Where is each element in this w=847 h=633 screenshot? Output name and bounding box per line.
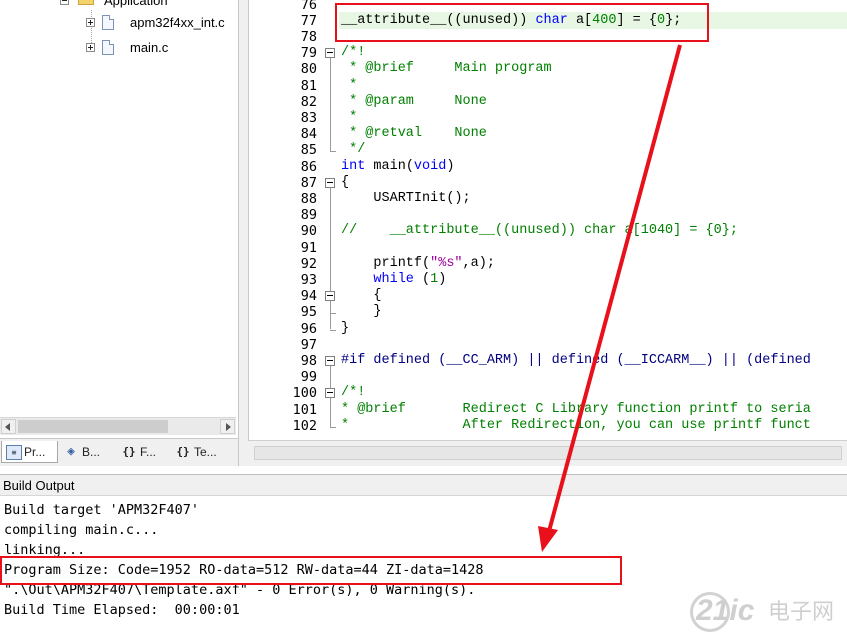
- site-watermark: 21ic 电子网: [690, 592, 847, 633]
- watermark-text: 21ic: [696, 594, 755, 627]
- arrow-head: [538, 526, 558, 552]
- arrow-shaft: [546, 44, 682, 536]
- annotation-arrow: [538, 44, 682, 552]
- watermark-cn-text: 电子网: [768, 600, 835, 625]
